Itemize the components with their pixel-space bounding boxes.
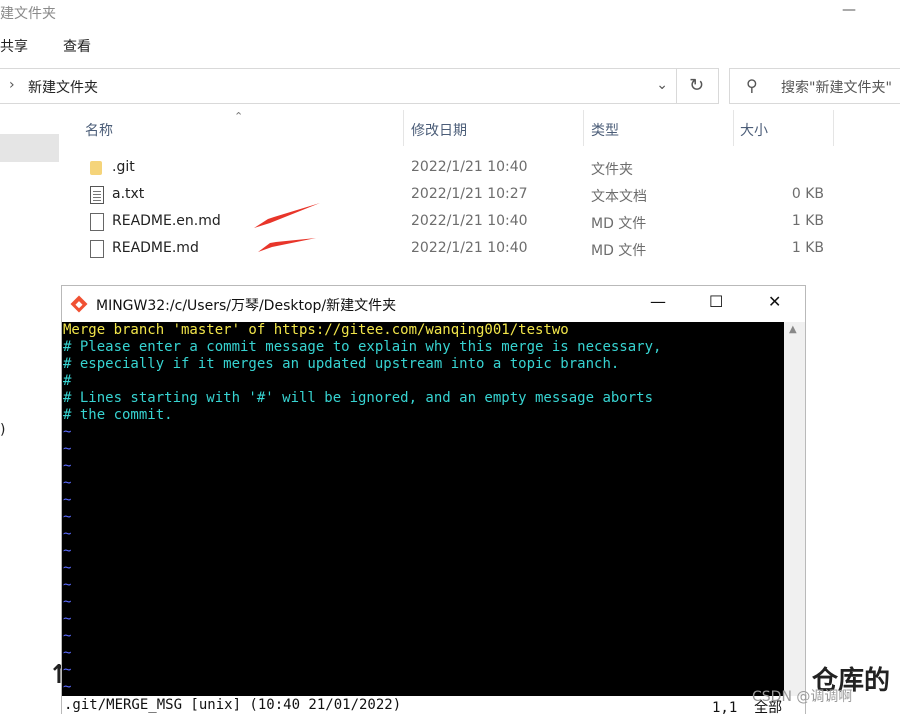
watermark: CSDN @调调啊 xyxy=(752,689,853,705)
empty-line-tilde: ~ xyxy=(63,577,72,593)
empty-line-tilde: ~ xyxy=(63,526,72,542)
file-date: 2022/1/21 10:40 xyxy=(411,240,528,256)
empty-line-tilde: ~ xyxy=(63,458,72,474)
empty-line-tilde: ~ xyxy=(63,560,72,576)
empty-line-tilde: ~ xyxy=(63,475,72,491)
empty-line-tilde: ~ xyxy=(63,645,72,661)
column-header-date[interactable]: 修改日期 xyxy=(404,110,584,146)
file-name: .git xyxy=(112,159,135,175)
annotation-arrows xyxy=(254,203,320,252)
terminal-line: Merge branch 'master' of https://gitee.c… xyxy=(63,322,569,338)
terminal-line: # Please enter a commit message to expla… xyxy=(63,339,662,355)
close-icon[interactable]: ✕ xyxy=(768,292,781,311)
search-box[interactable]: ⚲ 搜索"新建文件夹" xyxy=(729,68,900,104)
empty-line-tilde: ~ xyxy=(63,679,72,695)
file-name: README.md xyxy=(112,240,199,256)
file-date: 2022/1/21 10:40 xyxy=(411,159,528,175)
file-size: 1 KB xyxy=(791,240,824,256)
terminal-line: # xyxy=(63,373,72,389)
file-row[interactable]: a.txt 2022/1/21 10:27 文本文档 0 KB xyxy=(0,181,900,208)
empty-line-tilde: ~ xyxy=(63,492,72,508)
breadcrumb-current[interactable]: 新建文件夹 xyxy=(28,77,98,97)
red-arrow-icon xyxy=(254,203,320,228)
file-name: README.en.md xyxy=(112,213,221,229)
folder-icon xyxy=(90,161,102,175)
maximize-icon[interactable]: ☐ xyxy=(709,292,723,311)
empty-line-tilde: ~ xyxy=(63,543,72,559)
empty-line-tilde: ~ xyxy=(63,662,72,678)
search-placeholder: 搜索"新建文件夹" xyxy=(781,80,892,96)
column-date-label: 修改日期 xyxy=(411,123,467,139)
column-header-name[interactable]: 名称 xyxy=(62,110,404,146)
file-type: 文本文档 xyxy=(591,189,647,205)
file-icon xyxy=(90,213,104,231)
breadcrumb-chevron-icon[interactable]: › xyxy=(9,77,15,93)
column-name-label: 名称 xyxy=(85,123,113,139)
column-type-label: 类型 xyxy=(591,123,619,139)
ribbon-tabs: 共享 查看 xyxy=(0,32,900,60)
tab-share[interactable]: 共享 xyxy=(0,36,28,56)
vim-status-line: .git/MERGE_MSG [unix] (10:40 21/01/2022)… xyxy=(62,696,805,714)
file-type: MD 文件 xyxy=(591,216,647,232)
address-bar[interactable]: › 新建文件夹 ⌄ xyxy=(0,68,677,104)
terminal-line: # the commit. xyxy=(63,407,173,423)
column-divider[interactable] xyxy=(833,110,834,146)
file-size: 1 KB xyxy=(791,213,824,229)
empty-line-tilde: ~ xyxy=(63,628,72,644)
file-icon xyxy=(90,240,104,258)
explorer-titlebar: 建文件夹 — xyxy=(0,0,900,28)
refresh-button[interactable]: ↻ xyxy=(677,68,719,104)
text-file-icon xyxy=(90,186,104,204)
file-date: 2022/1/21 10:27 xyxy=(411,186,528,202)
file-type: MD 文件 xyxy=(591,243,647,259)
window-title: 建文件夹 xyxy=(0,6,56,22)
column-header-size[interactable]: 大小 xyxy=(734,110,834,146)
file-name: a.txt xyxy=(112,186,145,202)
tab-view[interactable]: 查看 xyxy=(63,36,91,56)
red-arrow-icon xyxy=(258,238,316,252)
chevron-down-icon[interactable]: ⌄ xyxy=(656,77,668,93)
column-size-label: 大小 xyxy=(740,123,768,139)
search-icon: ⚲ xyxy=(746,76,758,95)
terminal-titlebar[interactable]: MINGW32:/c/Users/万琴/Desktop/新建文件夹 — ☐ ✕ xyxy=(62,286,805,322)
empty-line-tilde: ~ xyxy=(63,611,72,627)
terminal-line: # Lines starting with '#' will be ignore… xyxy=(63,390,654,406)
column-header-type[interactable]: 类型 xyxy=(584,110,734,146)
terminal-scrollbar[interactable]: ▲ xyxy=(784,322,805,714)
file-size: 0 KB xyxy=(791,186,824,202)
terminal-screen[interactable]: Merge branch 'master' of https://gitee.c… xyxy=(62,322,784,714)
empty-line-tilde: ~ xyxy=(63,441,72,457)
file-type: 文件夹 xyxy=(591,162,633,178)
file-row[interactable]: .git 2022/1/21 10:40 文件夹 xyxy=(0,154,900,181)
file-date: 2022/1/21 10:40 xyxy=(411,213,528,229)
empty-line-tilde: ~ xyxy=(63,509,72,525)
minimize-icon[interactable]: — xyxy=(842,2,856,18)
empty-line-tilde: ~ xyxy=(63,424,72,440)
refresh-icon: ↻ xyxy=(689,75,705,96)
file-row[interactable]: README.en.md 2022/1/21 10:40 MD 文件 1 KB xyxy=(0,208,900,235)
git-logo-icon xyxy=(70,295,88,313)
terminal-title: MINGW32:/c/Users/万琴/Desktop/新建文件夹 xyxy=(96,298,397,314)
terminal-line: # especially if it merges an updated ups… xyxy=(63,356,620,372)
nav-item-fragment[interactable]: ) xyxy=(0,422,5,438)
scroll-up-icon[interactable]: ▲ xyxy=(789,324,797,335)
status-file-info: .git/MERGE_MSG [unix] (10:40 21/01/2022) xyxy=(64,697,402,713)
empty-line-tilde: ~ xyxy=(63,594,72,610)
mingw-terminal-window[interactable]: MINGW32:/c/Users/万琴/Desktop/新建文件夹 — ☐ ✕ … xyxy=(61,285,806,714)
file-row[interactable]: README.md 2022/1/21 10:40 MD 文件 1 KB xyxy=(0,235,900,262)
minimize-icon[interactable]: — xyxy=(650,292,666,311)
